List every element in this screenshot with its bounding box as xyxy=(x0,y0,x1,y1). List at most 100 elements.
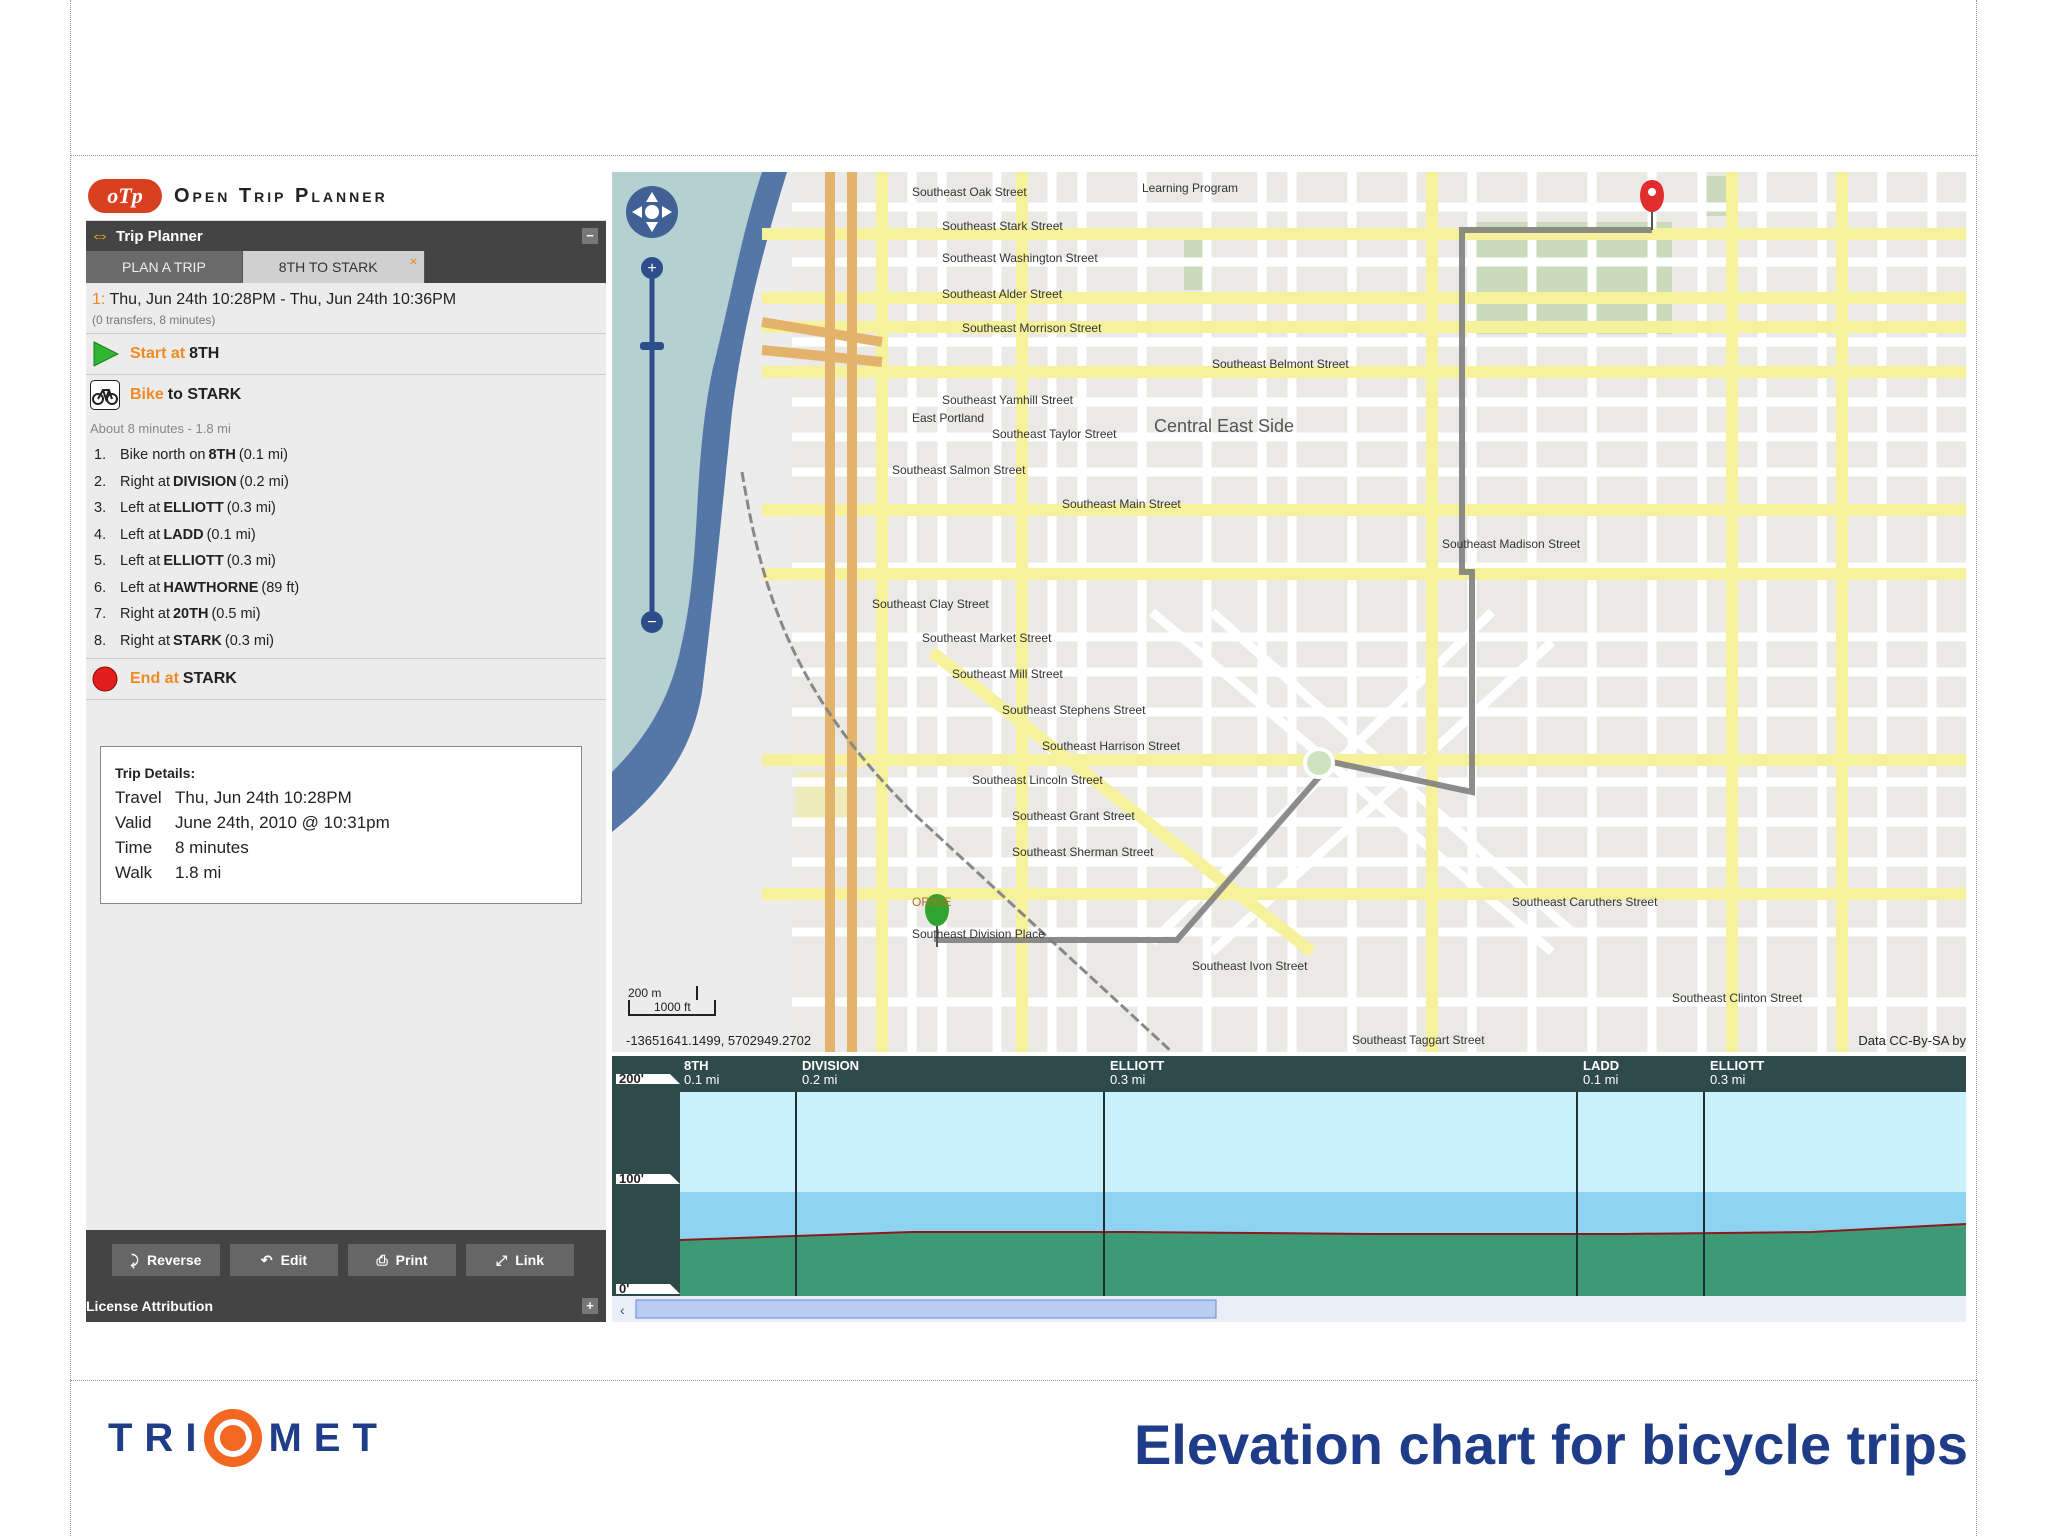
end-stop-icon xyxy=(90,664,120,694)
bike-destination: to STARK xyxy=(167,386,242,403)
svg-text:Southeast Washington Street: Southeast Washington Street xyxy=(942,251,1098,265)
elevation-chart: ‹ 200' 100' 0' 8TH 0.1 mi DIVISION 0.2 m… xyxy=(612,1056,1966,1322)
segment-name: 8TH xyxy=(684,1058,709,1073)
svg-text:+: + xyxy=(647,260,656,277)
scroll-left-icon[interactable]: ‹ xyxy=(620,1302,625,1318)
svg-text:Southeast Harrison Street: Southeast Harrison Street xyxy=(1042,739,1181,753)
reverse-button[interactable]: ⤸ Reverse xyxy=(112,1244,220,1276)
map-coordinates: -13651641.1499, 5702949.2702 xyxy=(626,1033,812,1048)
tab-bar: PLAN A TRIP 8TH TO STARK × xyxy=(86,251,606,283)
segment-distance: 0.1 mi xyxy=(684,1072,720,1087)
segment-distance: 0.3 mi xyxy=(1710,1072,1746,1087)
step-item[interactable]: 7. Right at 20TH (0.5 mi) xyxy=(86,601,606,628)
tab-plan-a-trip[interactable]: PLAN A TRIP xyxy=(86,251,243,283)
svg-text:Southeast Main Street: Southeast Main Street xyxy=(1062,497,1181,511)
swap-arrows-icon: ⇔ xyxy=(90,224,110,247)
start-prefix: Start at xyxy=(130,345,186,362)
svg-text:East Portland: East Portland xyxy=(912,411,984,425)
svg-text:Southeast Mill Street: Southeast Mill Street xyxy=(952,667,1063,681)
svg-text:Southeast Clay Street: Southeast Clay Street xyxy=(872,597,989,611)
panel-title: Trip Planner xyxy=(116,227,203,245)
link-button[interactable]: ⤢ Link xyxy=(466,1244,574,1276)
segment-name: ELLIOTT xyxy=(1110,1058,1164,1073)
print-button[interactable]: ⎙ Print xyxy=(348,1244,456,1276)
license-attribution[interactable]: License Attribution + xyxy=(86,1290,606,1322)
brand-header: oTp Open Trip Planner xyxy=(86,172,606,221)
link-icon: ⤢ xyxy=(496,1251,508,1268)
trimet-swirl-icon xyxy=(204,1409,263,1467)
step-item[interactable]: 3. Left at ELLIOTT (0.3 mi) xyxy=(86,495,606,522)
trimet-logo: TRI MET xyxy=(108,1404,389,1472)
svg-text:Southeast Belmont Street: Southeast Belmont Street xyxy=(1212,357,1349,371)
tab-label: 8TH TO STARK xyxy=(278,259,378,275)
svg-text:Southeast Division Place: Southeast Division Place xyxy=(912,927,1045,941)
bike-prefix: Bike xyxy=(130,386,164,403)
segment-distance: 0.1 mi xyxy=(1583,1072,1619,1087)
svg-text:Southeast Taylor Street: Southeast Taylor Street xyxy=(992,427,1117,441)
edit-button[interactable]: ↶ Edit xyxy=(230,1244,338,1276)
segment-name: ELLIOTT xyxy=(1710,1058,1764,1073)
svg-text:Southeast Clinton Street: Southeast Clinton Street xyxy=(1672,991,1803,1005)
leg-end[interactable]: End at STARK xyxy=(86,658,606,700)
svg-text:Southeast Market Street: Southeast Market Street xyxy=(922,631,1052,645)
action-bar: ⤸ Reverse ↶ Edit ⎙ Print ⤢ Link xyxy=(86,1230,606,1290)
svg-text:Southeast Taggart Street: Southeast Taggart Street xyxy=(1352,1033,1485,1047)
segment-distance: 0.2 mi xyxy=(802,1072,838,1087)
reverse-icon: ⤸ xyxy=(130,1251,139,1268)
step-item[interactable]: 5. Left at ELLIOTT (0.3 mi) xyxy=(86,548,606,575)
collapse-button[interactable]: − xyxy=(582,228,598,244)
map-pan-control[interactable] xyxy=(626,186,678,238)
leg-start[interactable]: Start at 8TH xyxy=(86,334,606,375)
area-label: Central East Side xyxy=(1154,416,1295,436)
y-label: 100' xyxy=(619,1171,644,1186)
map-view[interactable]: + − Southeast Oak Street Southeast Stark… xyxy=(612,172,1966,1052)
leg-duration: About 8 minutes - 1.8 mi xyxy=(90,421,231,436)
svg-text:Southeast Oak Street: Southeast Oak Street xyxy=(912,185,1027,199)
bike-icon xyxy=(90,380,120,410)
step-item[interactable]: 1. Bike north on 8TH (0.1 mi) xyxy=(86,442,606,469)
close-icon[interactable]: × xyxy=(409,253,417,269)
trip-planner-app: oTp Open Trip Planner ⇔ Trip Planner − P… xyxy=(86,172,1966,1322)
svg-text:Southeast Madison Street: Southeast Madison Street xyxy=(1442,537,1581,551)
svg-text:Southeast Alder Street: Southeast Alder Street xyxy=(942,287,1063,301)
itinerary-summary[interactable]: 1: Thu, Jun 24th 10:28PM - Thu, Jun 24th… xyxy=(86,283,606,309)
trip-details-title: Trip Details: xyxy=(115,765,196,781)
app-title: Open Trip Planner xyxy=(174,184,388,207)
leg-bike[interactable]: Bike to STARK xyxy=(86,375,606,415)
map-canvas[interactable]: + − Southeast Oak Street Southeast Stark… xyxy=(612,172,1966,1052)
otp-logo: oTp xyxy=(88,179,162,213)
detail-row: Time 8 minutes xyxy=(115,837,249,857)
svg-text:−: − xyxy=(647,614,656,631)
step-item[interactable]: 4. Left at LADD (0.1 mi) xyxy=(86,522,606,549)
end-prefix: End at xyxy=(130,670,179,687)
slide-title: Elevation chart for bicycle trips xyxy=(1133,1413,1968,1476)
map-attribution: Data CC-By-SA by xyxy=(1858,1033,1966,1048)
tab-8th-to-stark[interactable]: 8TH TO STARK × xyxy=(242,251,425,283)
svg-text:Southeast Ivon Street: Southeast Ivon Street xyxy=(1192,959,1308,973)
edit-icon: ↶ xyxy=(260,1251,273,1268)
svg-text:Southeast Grant Street: Southeast Grant Street xyxy=(1012,809,1135,823)
svg-text:Southeast Morrison Street: Southeast Morrison Street xyxy=(962,321,1102,335)
itinerary-times: Thu, Jun 24th 10:28PM - Thu, Jun 24th 10… xyxy=(109,291,457,308)
segment-name: DIVISION xyxy=(802,1058,859,1073)
svg-text:Southeast Caruthers Street: Southeast Caruthers Street xyxy=(1512,895,1658,909)
detail-row: Walk 1.8 mi xyxy=(115,862,222,882)
step-item[interactable]: 8. Right at STARK (0.3 mi) xyxy=(86,628,606,655)
detail-row: Travel Thu, Jun 24th 10:28PM xyxy=(115,787,352,807)
segment-distance: 0.3 mi xyxy=(1110,1072,1146,1087)
trip-planner-bar: ⇔ Trip Planner − xyxy=(86,221,606,251)
svg-text:Southeast Lincoln Street: Southeast Lincoln Street xyxy=(972,773,1103,787)
step-item[interactable]: 2. Right at DIVISION (0.2 mi) xyxy=(86,469,606,496)
segment-name: LADD xyxy=(1583,1058,1619,1073)
steps-list: 1. Bike north on 8TH (0.1 mi) 2. Right at DIV… xyxy=(86,442,606,654)
start-flag-icon xyxy=(90,339,120,369)
svg-text:Southeast Stephens Street: Southeast Stephens Street xyxy=(1002,703,1146,717)
y-label: 200' xyxy=(619,1071,644,1086)
y-label: 0' xyxy=(619,1281,629,1296)
start-place: 8TH xyxy=(189,345,220,362)
step-item[interactable]: 6. Left at HAWTHORNE (89 ft) xyxy=(86,575,606,602)
expand-button[interactable]: + xyxy=(582,1298,598,1314)
svg-text:Southeast Salmon Street: Southeast Salmon Street xyxy=(892,463,1026,477)
trip-details-box: Trip Details: Travel Thu, Jun 24th 10:28P… xyxy=(100,746,582,904)
detail-row: Valid June 24th, 2010 @ 10:31pm xyxy=(115,812,390,832)
